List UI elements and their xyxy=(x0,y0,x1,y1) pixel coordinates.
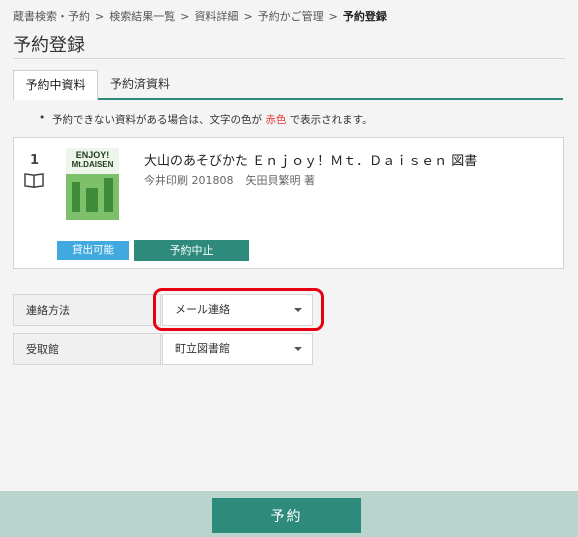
breadcrumb-separator: > xyxy=(243,10,253,23)
notice-text: • 予約できない資料がある場合は、文字の色が 赤色 で表示されます。 xyxy=(39,112,373,127)
chevron-down-icon xyxy=(294,308,302,312)
tab-reserved[interactable]: 予約済資料 xyxy=(97,70,183,98)
item-author: 矢田貝繁明 著 xyxy=(245,174,316,187)
item-publisher: 今井印刷 201808 xyxy=(144,174,234,187)
breadcrumb: 蔵書検索・予約 > 検索結果一覧 > 資料詳細 > 予約かご管理 > 予約登録 xyxy=(13,8,387,24)
chevron-down-icon xyxy=(294,347,302,351)
cover-illustration xyxy=(104,178,113,212)
breadcrumb-link-results[interactable]: 検索結果一覧 xyxy=(109,10,175,23)
tab-reserving[interactable]: 予約中資料 xyxy=(13,70,98,100)
tab-bar: 予約中資料 予約済資料 xyxy=(13,70,563,100)
pickup-library-select[interactable]: 町立図書館 xyxy=(162,333,313,365)
cover-title-line1: ENJOY! xyxy=(75,150,110,160)
reserve-button[interactable]: 予約 xyxy=(212,498,361,533)
pickup-library-label: 受取館 xyxy=(13,333,161,365)
book-cover-image[interactable]: ENJOY! Mt.DAISEN xyxy=(66,148,119,220)
status-badge: 貸出可能 xyxy=(57,241,129,260)
cancel-reservation-button[interactable]: 予約中止 xyxy=(134,240,249,261)
contact-method-label: 連絡方法 xyxy=(13,294,161,326)
item-title[interactable]: 大山のあそびかた Ｅｎｊｏｙ！Ｍｔ．Ｄａｉｓｅｎ 図書 xyxy=(144,150,477,169)
item-meta: 今井印刷 201808 矢田貝繁明 著 xyxy=(144,172,315,188)
notice-before: 予約できない資料がある場合は、文字の色が xyxy=(52,114,262,126)
breadcrumb-current: 予約登録 xyxy=(342,10,387,23)
breadcrumb-separator: > xyxy=(95,10,105,23)
breadcrumb-separator: > xyxy=(180,10,190,23)
breadcrumb-link-detail[interactable]: 資料詳細 xyxy=(194,10,238,23)
breadcrumb-separator: > xyxy=(328,10,338,23)
notice-highlight: 赤色 xyxy=(265,114,287,126)
cover-illustration xyxy=(72,182,80,212)
breadcrumb-link-cart[interactable]: 予約かご管理 xyxy=(258,10,324,23)
pickup-library-value: 町立図書館 xyxy=(175,342,230,355)
title-divider xyxy=(13,58,565,59)
contact-method-select[interactable]: メール連絡 xyxy=(162,294,313,326)
book-icon xyxy=(24,173,44,188)
notice-bullet: • xyxy=(39,112,46,124)
notice-after: で表示されます。 xyxy=(289,114,373,126)
item-number: 1 xyxy=(30,153,40,168)
page-title: 予約登録 xyxy=(13,35,85,56)
contact-method-value: メール連絡 xyxy=(175,303,230,316)
breadcrumb-link-search[interactable]: 蔵書検索・予約 xyxy=(13,10,90,23)
cover-title-line2: Mt.DAISEN xyxy=(71,160,114,169)
cover-illustration xyxy=(86,188,98,212)
